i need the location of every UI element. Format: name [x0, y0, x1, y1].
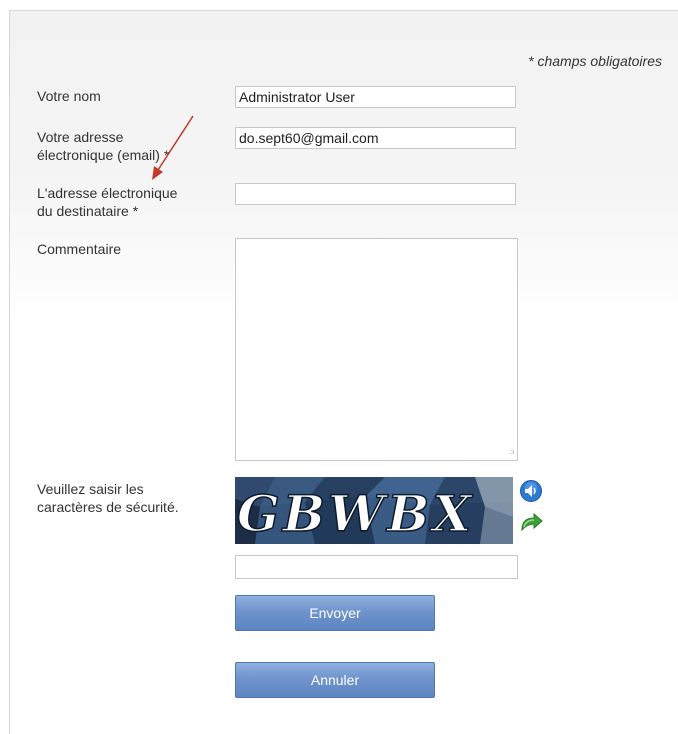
captcha-label-line2: caractères de sécurité.	[37, 499, 179, 515]
email-label-line2: électronique (email) *	[37, 147, 170, 163]
email-input[interactable]	[235, 127, 516, 149]
captcha-label-line1: Veuillez saisir les	[37, 481, 144, 497]
speaker-icon[interactable]	[518, 480, 544, 502]
comment-textarea[interactable]: .:i	[235, 238, 518, 461]
email-label-line1: Votre adresse	[37, 129, 124, 145]
captcha-label: Veuillez saisir les caractères de sécuri…	[37, 480, 179, 516]
email-label: Votre adresse électronique (email) *	[37, 128, 169, 164]
comment-label: Commentaire	[37, 241, 122, 257]
captcha-image: GBWBX	[235, 477, 513, 544]
captcha-graphic: GBWBX	[235, 477, 513, 544]
recipient-email-input[interactable]	[235, 183, 516, 205]
required-fields-note: * champs obligatoires	[528, 53, 662, 69]
captcha-characters: GBWBX	[237, 484, 474, 543]
recipient-label-line1: L'adresse électronique	[37, 185, 178, 201]
send-button[interactable]: Envoyer	[235, 595, 435, 631]
captcha-input[interactable]	[235, 555, 518, 579]
recipient-label-line2: du destinataire *	[37, 203, 139, 219]
name-input[interactable]	[235, 86, 516, 108]
resize-grip-icon[interactable]: .:i	[506, 449, 514, 457]
refresh-icon[interactable]	[518, 511, 544, 533]
recipient-label: L'adresse électronique du destinataire *	[37, 184, 177, 220]
name-label: Votre nom	[37, 88, 101, 104]
cancel-button[interactable]: Annuler	[235, 662, 435, 698]
